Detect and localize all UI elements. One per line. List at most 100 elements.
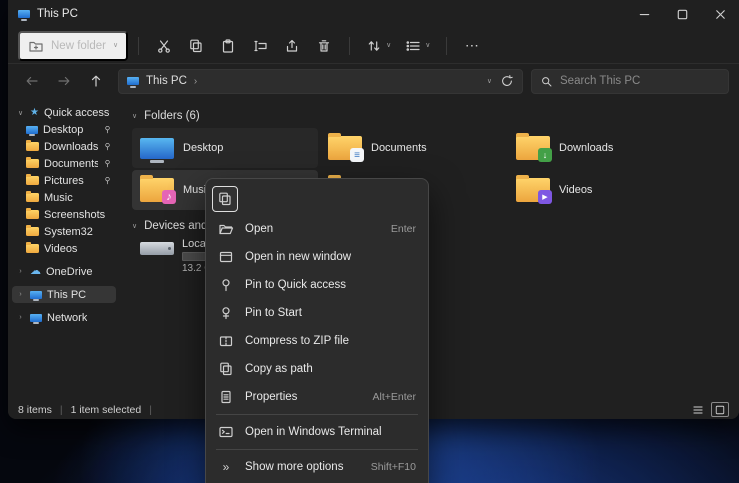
menu-item-show-more-options[interactable]: » Show more options Shift+F10 — [210, 453, 424, 481]
close-button[interactable] — [701, 0, 739, 28]
sidebar-item-music[interactable]: Music — [12, 189, 116, 206]
chevron-down-icon: ∨ — [425, 42, 430, 49]
details-view-toggle[interactable] — [689, 402, 707, 417]
this-pc-icon — [127, 77, 139, 85]
menu-item-open-windows-terminal[interactable]: Open in Windows Terminal — [210, 418, 424, 446]
thumbnail-view-toggle[interactable] — [711, 402, 729, 417]
search-box[interactable] — [531, 69, 729, 94]
menu-item-pin-to-start[interactable]: Pin to Start — [210, 299, 424, 327]
sort-button[interactable]: ∨ — [360, 31, 397, 61]
toolbar-divider — [349, 37, 350, 55]
properties-icon — [218, 389, 234, 405]
sidebar-item-onedrive[interactable]: › ☁ OneDrive — [12, 263, 116, 280]
breadcrumb[interactable]: This PC — [146, 75, 187, 87]
selected-count: 1 item selected — [71, 404, 142, 416]
command-toolbar: New folder ∨ ∨ ∨ ⋯ — [8, 28, 739, 64]
pin-icon — [103, 159, 112, 168]
menu-separator — [216, 414, 418, 415]
folders-section-header[interactable]: ∨ Folders (6) — [132, 106, 727, 126]
menu-item-open-new-window[interactable]: Open in new window — [210, 243, 424, 271]
toolbar-divider — [446, 37, 447, 55]
item-count: 8 items — [18, 404, 52, 416]
sidebar-item-pictures[interactable]: Pictures — [12, 172, 116, 189]
quick-access-star-icon: ★ — [30, 108, 39, 118]
view-button[interactable]: ∨ — [399, 31, 436, 61]
navigation-pane: ∨ ★ Quick access Desktop Downloads Docum… — [8, 98, 120, 400]
desktop-wallpaper: { "titlebar": { "title": "This PC" }, "t… — [0, 0, 739, 483]
refresh-button[interactable] — [500, 74, 514, 88]
menu-item-properties[interactable]: Properties Alt+Enter — [210, 383, 424, 411]
menu-item-open[interactable]: Open Enter — [210, 215, 424, 243]
this-pc-icon — [30, 291, 42, 299]
new-folder-icon — [28, 38, 44, 54]
copy-button[interactable] — [212, 186, 238, 212]
document-emblem-icon: ≡ — [350, 148, 364, 162]
menu-item-copy-as-path[interactable]: Copy as path — [210, 355, 424, 383]
navigation-bar: This PC › ∨ — [8, 64, 739, 98]
folder-tile-documents[interactable]: ≡ Documents — [320, 128, 506, 168]
search-input[interactable] — [560, 75, 700, 87]
up-button[interactable] — [82, 67, 110, 95]
address-bar[interactable]: This PC › ∨ — [118, 69, 523, 94]
sidebar-item-network[interactable]: › Network — [12, 309, 116, 326]
pin-icon — [103, 142, 112, 151]
sidebar-item-system32[interactable]: System32 — [12, 223, 116, 240]
context-menu: Open Enter Open in new window Pin to Qui… — [205, 178, 429, 483]
toolbar-divider — [138, 37, 139, 55]
chevron-right-icon[interactable]: › — [16, 314, 25, 321]
folder-tile-downloads[interactable]: ↓ Downloads — [508, 128, 694, 168]
downloads-folder-icon: ↓ — [516, 136, 550, 160]
system32-folder-icon — [26, 227, 39, 237]
documents-folder-icon — [26, 159, 39, 169]
onedrive-cloud-icon: ☁ — [30, 266, 41, 277]
titlebar: This PC — [8, 0, 739, 28]
pin-icon — [103, 125, 112, 134]
sidebar-item-downloads[interactable]: Downloads — [12, 138, 116, 155]
folder-tile-desktop[interactable]: Desktop — [132, 128, 318, 168]
address-dropdown-icon[interactable]: ∨ — [487, 78, 492, 85]
back-button[interactable] — [18, 67, 46, 95]
view-icon — [405, 38, 421, 54]
pin-icon — [218, 277, 234, 293]
maximize-button[interactable] — [663, 0, 701, 28]
minimize-button[interactable] — [625, 0, 663, 28]
sidebar-item-quick-access[interactable]: ∨ ★ Quick access — [12, 104, 116, 121]
menu-item-compress-zip[interactable]: Compress to ZIP file — [210, 327, 424, 355]
forward-button[interactable] — [50, 67, 78, 95]
chevron-down-icon[interactable]: ∨ — [16, 109, 25, 117]
chevron-right-icon[interactable]: › — [16, 268, 25, 275]
hard-drive-icon — [140, 242, 174, 255]
cut-button[interactable] — [149, 31, 179, 61]
paste-button[interactable] — [213, 31, 243, 61]
share-button[interactable] — [277, 31, 307, 61]
folder-tile-videos[interactable]: ▶ Videos — [508, 170, 694, 210]
context-menu-quick-actions — [210, 183, 424, 215]
menu-separator — [216, 449, 418, 450]
rename-button[interactable] — [245, 31, 275, 61]
new-folder-button[interactable]: New folder ∨ — [18, 31, 128, 61]
chevron-right-icon[interactable]: › — [194, 76, 197, 87]
sidebar-item-screenshots[interactable]: Screenshots — [12, 206, 116, 223]
status-divider: | — [149, 404, 152, 416]
sidebar-item-videos[interactable]: Videos — [12, 240, 116, 257]
pin-icon — [218, 305, 234, 321]
copy-button[interactable] — [181, 31, 211, 61]
videos-folder-icon — [26, 244, 39, 254]
chevron-right-icon[interactable]: › — [16, 291, 25, 298]
new-window-icon — [218, 249, 234, 265]
sidebar-item-this-pc[interactable]: › This PC — [12, 286, 116, 303]
more-options-button[interactable]: ⋯ — [457, 31, 487, 61]
sidebar-item-desktop[interactable]: Desktop — [12, 121, 116, 138]
zip-icon — [218, 333, 234, 349]
menu-item-pin-quick-access[interactable]: Pin to Quick access — [210, 271, 424, 299]
search-icon — [540, 75, 553, 88]
documents-folder-icon: ≡ — [328, 136, 362, 160]
show-more-icon: » — [218, 459, 234, 475]
chevron-down-icon: ∨ — [386, 42, 391, 49]
delete-button[interactable] — [309, 31, 339, 61]
sidebar-item-documents[interactable]: Documents — [12, 155, 116, 172]
chevron-down-icon: ∨ — [132, 113, 137, 120]
status-divider: | — [60, 404, 63, 416]
window-controls — [625, 0, 739, 28]
music-folder-icon: ♪ — [140, 178, 174, 202]
